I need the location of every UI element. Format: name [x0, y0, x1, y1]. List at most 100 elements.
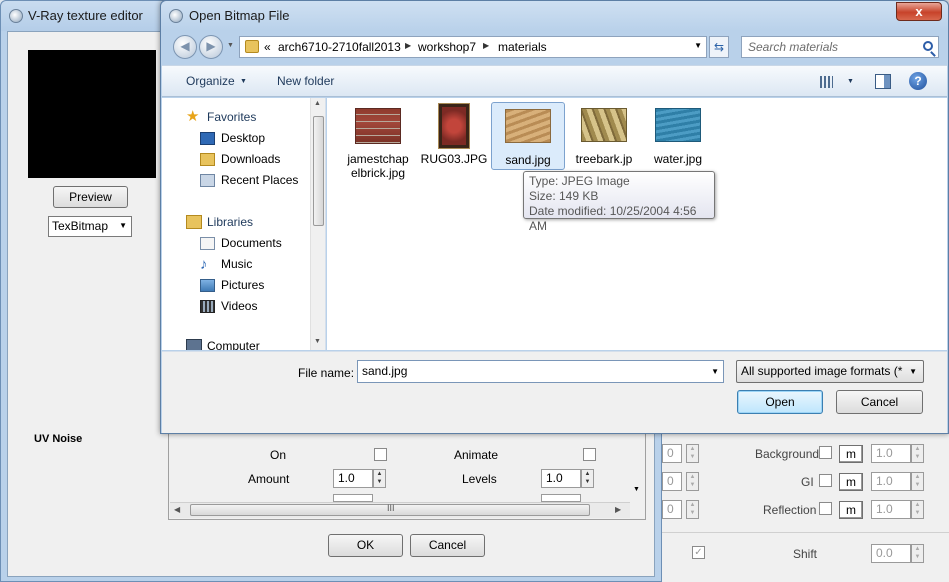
- background-value[interactable]: 1.0: [871, 444, 911, 463]
- preview-pane-icon[interactable]: [875, 74, 891, 89]
- texture-type-select[interactable]: TexBitmap ▼: [48, 216, 132, 237]
- scroll-down-icon[interactable]: ▼: [314, 338, 321, 345]
- nav-item-documents[interactable]: Documents: [200, 234, 282, 252]
- dialog-cancel-button[interactable]: Cancel: [836, 390, 923, 414]
- gi-value[interactable]: 1.0: [871, 472, 911, 491]
- file-name-value: sand.jpg: [362, 364, 408, 378]
- chevron-down-icon[interactable]: ▼: [240, 78, 247, 85]
- gi-checkbox[interactable]: [819, 474, 832, 487]
- levels-input[interactable]: 1.0: [541, 469, 581, 488]
- gi-left-value[interactable]: 0: [662, 472, 682, 491]
- nav-item-desktop[interactable]: Desktop: [200, 129, 265, 147]
- texture-preview-box: [28, 50, 156, 178]
- levels-label: Levels: [462, 472, 497, 486]
- shift-value[interactable]: 0.0: [871, 544, 911, 563]
- breadcrumb-item[interactable]: materials: [498, 40, 547, 54]
- vray-window-title: V-Ray texture editor: [28, 8, 143, 23]
- file-item-rug[interactable]: RUG03.JPG: [417, 102, 491, 170]
- breadcrumb-overflow[interactable]: «: [264, 40, 271, 54]
- file-item-water[interactable]: water.jpg: [641, 102, 715, 170]
- amount-spinner[interactable]: ▲ ▼: [373, 469, 386, 488]
- treebark-thumbnail: [581, 108, 627, 142]
- chevron-down-icon[interactable]: ▼: [847, 78, 854, 85]
- reflection-map-button[interactable]: m: [839, 501, 863, 519]
- navigation-scroll-thumb[interactable]: [313, 116, 324, 226]
- file-name: water.jpg: [653, 152, 703, 166]
- background-checkbox[interactable]: [819, 446, 832, 459]
- recent-pages-chevron-icon[interactable]: ▼: [227, 42, 234, 49]
- nav-item-pictures[interactable]: Pictures: [200, 276, 264, 294]
- gi-spinner[interactable]: ▲ ▼: [911, 472, 924, 491]
- address-bar[interactable]: « arch6710-2710fall2013 ▶ workshop7 ▶ ma…: [239, 36, 707, 58]
- search-input[interactable]: Search materials: [741, 36, 939, 58]
- gi-map-button[interactable]: m: [839, 473, 863, 491]
- shift-checkbox[interactable]: ✓: [692, 546, 705, 559]
- divider: [662, 532, 949, 533]
- file-type-filter-select[interactable]: All supported image formats (* ▼: [736, 360, 924, 383]
- panel-vertical-scrollbar[interactable]: ▼: [630, 462, 644, 518]
- file-type-filter-value: All supported image formats (*: [741, 364, 903, 378]
- bg-left-spinner[interactable]: ▲ ▼: [686, 444, 699, 463]
- chevron-down-icon[interactable]: ▼: [694, 41, 702, 50]
- close-button[interactable]: x: [896, 2, 942, 21]
- change-view-icon[interactable]: [820, 76, 833, 88]
- uv-noise-title: UV Noise: [34, 433, 83, 445]
- new-folder-button[interactable]: New folder: [277, 74, 334, 88]
- nav-favorites[interactable]: ★ Favorites: [186, 108, 256, 126]
- shift-label: Shift: [793, 547, 818, 561]
- arrow-right-icon: ▶: [206, 39, 216, 53]
- animate-checkbox[interactable]: [583, 448, 596, 461]
- reflection-checkbox[interactable]: [819, 502, 832, 515]
- nav-item-videos[interactable]: Videos: [200, 297, 257, 315]
- reflection-spinner[interactable]: ▲ ▼: [911, 500, 924, 519]
- back-button[interactable]: ◀: [173, 35, 197, 59]
- nav-computer[interactable]: Computer: [186, 339, 260, 350]
- chevron-down-icon[interactable]: ▼: [711, 361, 719, 382]
- nav-item-music[interactable]: ♪ Music: [200, 255, 252, 273]
- row3-right-input[interactable]: 1.0: [541, 494, 581, 502]
- reflection-value[interactable]: 1.0: [871, 500, 911, 519]
- nav-libraries[interactable]: Libraries: [186, 213, 253, 231]
- nav-item-recent-places[interactable]: Recent Places: [200, 171, 298, 189]
- breadcrumb-item[interactable]: arch6710-2710fall2013: [278, 40, 401, 54]
- preview-button[interactable]: Preview: [53, 186, 128, 208]
- command-toolbar: Organize ▼ New folder ▼ ?: [162, 65, 947, 97]
- navigation-scrollbar[interactable]: ▲ ▼: [310, 98, 325, 350]
- nav-item-label: Pictures: [221, 278, 265, 292]
- breadcrumb-item[interactable]: workshop7: [418, 40, 476, 54]
- background-spinner[interactable]: ▲ ▼: [911, 444, 924, 463]
- background-map-button[interactable]: m: [839, 445, 863, 463]
- nav-favorites-label: Favorites: [207, 110, 257, 124]
- search-icon[interactable]: [923, 41, 933, 51]
- forward-button[interactable]: ▶: [199, 35, 223, 59]
- row3-left-input[interactable]: 1.0: [333, 494, 373, 502]
- scroll-up-icon[interactable]: ▲: [314, 100, 321, 107]
- dialog-app-icon: [169, 9, 183, 23]
- refresh-button[interactable]: ⇆: [709, 36, 729, 58]
- horizontal-scroll-thumb[interactable]: III: [190, 503, 590, 516]
- bg-left-value[interactable]: 0: [662, 444, 682, 463]
- help-icon[interactable]: ?: [909, 72, 927, 90]
- nav-item-label: Documents: [221, 236, 282, 250]
- breadcrumb-chevron-icon[interactable]: ▶: [405, 41, 411, 50]
- file-name-input[interactable]: sand.jpg ▼: [357, 360, 724, 383]
- panel-horizontal-scrollbar[interactable]: ◀ III ▶: [170, 502, 630, 518]
- shift-spinner[interactable]: ▲ ▼: [911, 544, 924, 563]
- breadcrumb-chevron-icon[interactable]: ▶: [483, 41, 489, 50]
- reflection-left-spinner[interactable]: ▲ ▼: [686, 500, 699, 519]
- file-name-line: elbrick.jpg: [350, 166, 406, 180]
- on-checkbox[interactable]: [374, 448, 387, 461]
- open-button[interactable]: Open: [737, 390, 823, 414]
- file-item-brick[interactable]: jamestchap elbrick.jpg: [341, 102, 415, 180]
- levels-spinner[interactable]: ▲ ▼: [581, 469, 594, 488]
- cancel-button[interactable]: Cancel: [410, 534, 485, 557]
- file-item-treebark[interactable]: treebark.jp: [567, 102, 641, 170]
- amount-input[interactable]: 1.0: [333, 469, 373, 488]
- organize-button[interactable]: Organize: [186, 74, 235, 88]
- ok-button[interactable]: OK: [328, 534, 403, 557]
- file-item-sand[interactable]: sand.jpg: [491, 102, 565, 170]
- tooltip-type: Type: JPEG Image: [529, 174, 630, 188]
- gi-left-spinner[interactable]: ▲ ▼: [686, 472, 699, 491]
- reflection-left-value[interactable]: 0: [662, 500, 682, 519]
- nav-item-downloads[interactable]: Downloads: [200, 150, 280, 168]
